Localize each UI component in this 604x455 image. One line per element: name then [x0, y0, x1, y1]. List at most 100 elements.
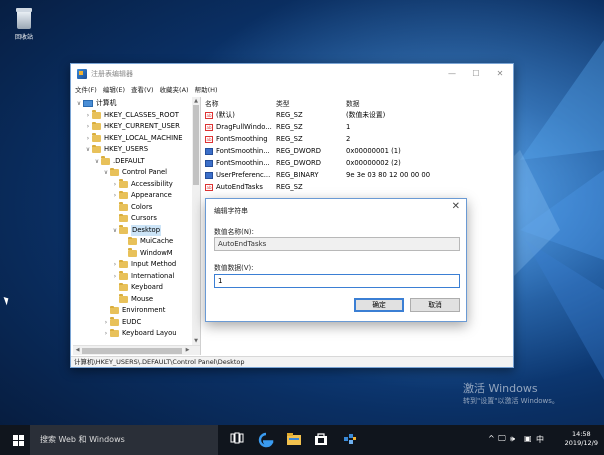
task-view-icon[interactable]: [229, 432, 245, 448]
clock-time: 14:58: [571, 430, 591, 438]
value-row[interactable]: ab FontSmoothing REG_SZ 2: [201, 133, 511, 145]
tree-node[interactable]: › HKEY_LOCAL_MACHINE: [84, 133, 183, 145]
expand-right-icon[interactable]: ›: [111, 190, 119, 202]
expand-right-icon[interactable]: ›: [102, 328, 110, 340]
tree-node[interactable]: › Appearance: [111, 190, 172, 202]
activation-watermark-text: 转到"设置"以激活 Windows。: [463, 397, 559, 405]
maximize-button[interactable]: ☐: [465, 67, 487, 81]
tree-node[interactable]: Keyboard: [111, 282, 163, 294]
value-data: 0x00000001 (1): [346, 147, 401, 155]
expand-right-icon[interactable]: ›: [84, 133, 92, 145]
title-bar[interactable]: 注册表编辑器 — ☐ ✕: [71, 64, 513, 84]
folder-icon: [119, 225, 128, 234]
expand-down-icon[interactable]: ∨: [111, 225, 119, 237]
tree-node[interactable]: › Keyboard Layou: [102, 328, 177, 340]
tree-node[interactable]: › EUDC: [102, 317, 141, 329]
tree-node[interactable]: › Input Method: [111, 259, 176, 271]
cancel-button[interactable]: 取消: [410, 298, 460, 312]
value-data-input[interactable]: 1: [214, 274, 460, 288]
tray-chevron-icon[interactable]: ^: [488, 434, 495, 443]
expand-right-icon[interactable]: ›: [84, 110, 92, 122]
expand-right-icon[interactable]: ›: [111, 259, 119, 271]
minimize-button[interactable]: —: [441, 67, 463, 81]
key-tree[interactable]: › Keyboard Layou › EUDC Environment Mouse Keyb…: [73, 97, 201, 355]
scroll-up-icon[interactable]: ▲: [192, 97, 200, 105]
value-type: REG_DWORD: [276, 159, 321, 167]
network-icon[interactable]: 🖵: [498, 434, 506, 444]
tree-hscroll-thumb[interactable]: [82, 348, 182, 354]
value-name-field[interactable]: AutoEndTasks: [214, 237, 460, 251]
taskbar-search[interactable]: 搜索 Web 和 Windows: [30, 425, 218, 455]
tree-horizontal-scrollbar[interactable]: ◀ ▶: [73, 345, 200, 355]
expand-right-icon[interactable]: ›: [111, 271, 119, 283]
expand-down-icon[interactable]: ∨: [84, 144, 92, 156]
tree-node[interactable]: › HKEY_CLASSES_ROOT: [84, 110, 179, 122]
menu-favorites[interactable]: 收藏夹(A): [160, 84, 189, 96]
expand-right-icon[interactable]: ›: [111, 179, 119, 191]
tree-vertical-scrollbar[interactable]: ▲ ▼: [192, 97, 200, 345]
expand-down-icon[interactable]: ∨: [102, 167, 110, 179]
value-row[interactable]: FontSmoothin... REG_DWORD 0x00000001 (1): [201, 145, 511, 157]
ok-button[interactable]: 确定: [354, 298, 404, 312]
clock[interactable]: 14:58 2019/12/9: [565, 430, 598, 448]
window-title: 注册表编辑器: [91, 70, 133, 78]
tree-node[interactable]: ∨ HKEY_USERS: [84, 144, 148, 156]
column-header-type[interactable]: 类型: [276, 98, 290, 108]
scroll-down-icon[interactable]: ▼: [192, 337, 200, 345]
tree-node[interactable]: › International: [111, 271, 174, 283]
close-button[interactable]: ✕: [489, 67, 511, 81]
column-header-data[interactable]: 数据: [346, 98, 360, 108]
tree-node[interactable]: ∨ 计算机: [75, 98, 116, 110]
column-header-name[interactable]: 名称: [205, 98, 219, 108]
value-row[interactable]: UserPreferenc... REG_BINARY 9e 3e 03 80 12…: [201, 169, 511, 181]
recycle-bin[interactable]: 回收站: [9, 6, 39, 41]
tree-node[interactable]: MuiCache: [120, 236, 173, 248]
expand-right-icon[interactable]: ›: [84, 121, 92, 133]
value-name: DragFullWindo...: [216, 123, 272, 131]
value-type: REG_SZ: [276, 135, 303, 143]
action-center-icon[interactable]: ▣: [524, 434, 532, 443]
edge-browser-icon[interactable]: [258, 432, 274, 448]
value-row[interactable]: ab (默认) REG_SZ (数值未设置): [201, 109, 511, 121]
tree-node[interactable]: WindowM: [120, 248, 173, 260]
start-button[interactable]: [13, 435, 24, 446]
tree-node-label: HKEY_LOCAL_MACHINE: [104, 133, 183, 142]
folder-icon: [92, 144, 101, 154]
tree-node[interactable]: Cursors: [111, 213, 157, 225]
ime-indicator[interactable]: 中: [536, 434, 544, 445]
tree-scroll-thumb[interactable]: [193, 105, 199, 185]
menu-file[interactable]: 文件(F): [75, 84, 97, 96]
tree-node[interactable]: ∨ Control Panel: [102, 167, 167, 179]
volume-icon[interactable]: 🕪: [510, 434, 515, 444]
clock-date: 2019/12/9: [564, 439, 598, 447]
dialog-close-icon[interactable]: ✕: [452, 201, 460, 212]
value-name-label: 数值名称(N):: [214, 228, 254, 236]
tree-node[interactable]: ∨ .DEFAULT: [93, 156, 145, 168]
folder-icon: [119, 282, 128, 292]
expand-down-icon[interactable]: ∨: [93, 156, 101, 168]
expand-down-icon[interactable]: ∨: [75, 98, 83, 110]
menu-view[interactable]: 查看(V): [131, 84, 154, 96]
menu-help[interactable]: 帮助(H): [195, 84, 218, 96]
expand-right-icon[interactable]: ›: [102, 317, 110, 329]
tree-node[interactable]: Colors: [111, 202, 152, 214]
scroll-left-icon[interactable]: ◀: [73, 346, 82, 355]
scroll-right-icon[interactable]: ▶: [183, 346, 192, 355]
binary-value-icon: [205, 160, 213, 167]
store-icon[interactable]: [313, 432, 329, 448]
tree-node[interactable]: › HKEY_CURRENT_USER: [84, 121, 180, 133]
tree-node[interactable]: Mouse: [111, 294, 153, 306]
string-value-icon: ab: [205, 136, 213, 143]
mouse-cursor-icon: [3, 295, 11, 306]
file-explorer-icon[interactable]: [286, 432, 302, 448]
menu-edit[interactable]: 编辑(E): [103, 84, 125, 96]
value-row[interactable]: FontSmoothin... REG_DWORD 0x00000002 (2): [201, 157, 511, 169]
value-row[interactable]: ab AutoEndTasks REG_SZ: [201, 181, 511, 193]
regedit-taskbar-icon[interactable]: [342, 432, 358, 448]
tree-node[interactable]: › Accessibility: [111, 179, 173, 191]
value-row[interactable]: ab DragFullWindo... REG_SZ 1: [201, 121, 511, 133]
binary-value-icon: [205, 172, 213, 179]
edit-string-dialog[interactable]: 编辑字符串 ✕ 数值名称(N): AutoEndTasks 数值数据(V): 1…: [205, 198, 467, 322]
tree-node[interactable]: Environment: [102, 305, 165, 317]
tree-node[interactable]: ∨ Desktop: [111, 224, 162, 237]
